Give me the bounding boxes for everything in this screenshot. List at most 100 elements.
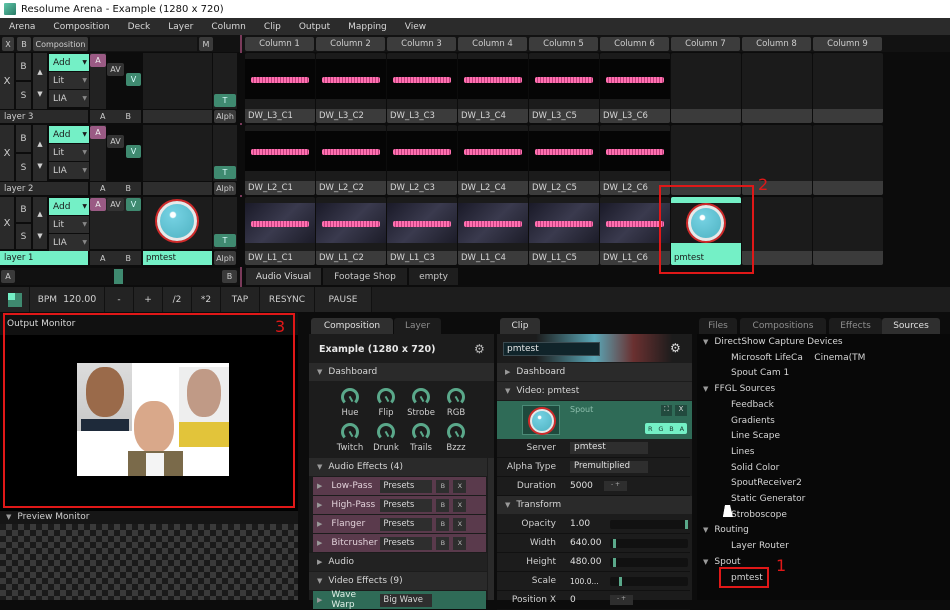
layer-2-transition-button[interactable]: T: [214, 166, 236, 179]
bpm-decrease-button[interactable]: -: [105, 287, 134, 312]
layer-2-name[interactable]: layer 2: [0, 182, 88, 195]
ab-a[interactable]: A: [100, 184, 105, 193]
knob-flip[interactable]: Flip: [369, 388, 403, 418]
composition-bypass-button[interactable]: B: [17, 37, 31, 51]
param-value[interactable]: 480.00: [564, 557, 604, 567]
column-6-button[interactable]: Column 6: [600, 37, 669, 51]
presets-dropdown[interactable]: Presets: [380, 498, 433, 512]
layer-2-solo-button[interactable]: S: [16, 154, 31, 181]
source-item[interactable]: Stroboscope: [731, 510, 787, 520]
lit-dropdown[interactable]: Lit ▼: [49, 144, 89, 161]
ab-a[interactable]: A: [100, 112, 105, 121]
crossfader-handle[interactable]: [114, 269, 123, 284]
clip-slot[interactable]: DW_L3_C4: [458, 53, 528, 123]
layer-3-solo-button[interactable]: S: [16, 82, 31, 109]
empty-clip-slot[interactable]: [813, 197, 883, 265]
clip-slot[interactable]: DW_L1_C3: [387, 197, 457, 265]
menu-clip[interactable]: Clip: [255, 22, 290, 32]
layer-2-order-arrows[interactable]: ▲ ▼: [33, 125, 47, 181]
lia-dropdown[interactable]: LIA ▼: [49, 90, 89, 107]
metronome-button[interactable]: [0, 287, 30, 312]
param-stepper[interactable]: - +: [610, 595, 633, 605]
alpha-type-dropdown[interactable]: Premultiplied: [570, 461, 648, 473]
column-3-button[interactable]: Column 3: [387, 37, 456, 51]
blend-mode-dropdown[interactable]: Add ▼: [49, 54, 89, 71]
clip-gear-icon[interactable]: ⚙: [670, 341, 681, 355]
layer-1-video-button[interactable]: V: [126, 198, 141, 211]
presets-dropdown[interactable]: Presets: [380, 517, 433, 531]
slider-handle[interactable]: [613, 557, 616, 567]
blend-mode-dropdown[interactable]: Add ▼: [49, 198, 89, 215]
channel-g[interactable]: G: [658, 425, 663, 433]
menu-deck[interactable]: Deck: [119, 22, 160, 32]
remove-button[interactable]: X: [453, 479, 467, 493]
column-8-button[interactable]: Column 8: [742, 37, 811, 51]
menu-arena[interactable]: Arena: [0, 22, 44, 32]
composition-fader[interactable]: [90, 37, 197, 51]
presets-dropdown[interactable]: Big Wave: [380, 593, 433, 607]
source-item[interactable]: Microsoft LifeCa Cinema(TM: [731, 353, 865, 363]
audio-effect-high-pass[interactable]: ▶ High-Pass Presets B X: [313, 496, 486, 514]
layer-1-av-button[interactable]: AV: [107, 198, 124, 211]
channel-r[interactable]: R: [648, 425, 653, 433]
clip-slot[interactable]: DW_L3_C6: [600, 53, 670, 123]
composition-clear-button[interactable]: X: [2, 37, 14, 51]
bypass-button[interactable]: B: [436, 479, 450, 493]
source-item[interactable]: Feedback: [731, 400, 774, 410]
clip-slot[interactable]: DW_L3_C2: [316, 53, 386, 123]
source-remove-button[interactable]: X: [675, 405, 687, 416]
tab-effects[interactable]: Effects: [829, 318, 882, 334]
param-value[interactable]: 640.00: [564, 538, 604, 548]
column-1-button[interactable]: Column 1: [245, 37, 314, 51]
slider-handle[interactable]: [619, 576, 622, 586]
channel-b[interactable]: B: [669, 425, 673, 433]
source-item[interactable]: Gradients: [731, 416, 775, 426]
composition-scrollbar[interactable]: [488, 458, 494, 600]
preview-monitor-header[interactable]: ▼ Preview Monitor: [0, 511, 298, 524]
layer-3-order-arrows[interactable]: ▲ ▼: [33, 53, 47, 109]
clip-slot[interactable]: DW_L3_C5: [529, 53, 599, 123]
layer-1-bypass-button[interactable]: B: [16, 197, 31, 222]
composition-master-button[interactable]: M: [199, 37, 213, 51]
fit-screen-icon[interactable]: ⛶: [661, 405, 672, 416]
bpm-field[interactable]: BPM 120.00: [30, 287, 105, 312]
menu-output[interactable]: Output: [290, 22, 339, 32]
column-9-button[interactable]: Column 9: [813, 37, 882, 51]
column-2-button[interactable]: Column 2: [316, 37, 385, 51]
tab-compositions[interactable]: Compositions: [740, 318, 826, 334]
knob-hue[interactable]: Hue: [333, 388, 367, 418]
layer-3-av-button[interactable]: AV: [107, 63, 124, 76]
source-group-ffgl-sources[interactable]: ▼ FFGL Sources: [703, 384, 775, 394]
source-group-routing[interactable]: ▼ Routing: [703, 525, 749, 535]
source-group-spout[interactable]: ▼ Spout: [703, 557, 741, 567]
gear-icon[interactable]: ⚙: [474, 342, 485, 356]
tab-layer[interactable]: Layer: [394, 318, 441, 334]
layer-3-alpha-button[interactable]: Alph: [214, 110, 236, 123]
deck-tab-audio-visual[interactable]: Audio Visual: [246, 268, 321, 285]
layer-2-video-button[interactable]: V: [126, 145, 141, 158]
deck-tab-footage-shop[interactable]: Footage Shop: [323, 268, 407, 285]
composition-button[interactable]: Composition: [33, 37, 88, 51]
layer-2-clear-button[interactable]: X: [0, 125, 14, 181]
menu-composition[interactable]: Composition: [44, 22, 118, 32]
remove-button[interactable]: X: [453, 517, 467, 531]
clip-slot[interactable]: DW_L2_C5: [529, 125, 599, 195]
source-item[interactable]: SpoutReceiver2: [731, 478, 802, 488]
knob-trails[interactable]: Trails: [404, 423, 438, 453]
bypass-button[interactable]: B: [436, 498, 450, 512]
remove-button[interactable]: X: [453, 498, 467, 512]
crossfader-a-button[interactable]: A: [1, 270, 15, 283]
param-value[interactable]: 100.0...: [564, 577, 604, 586]
clip-slot[interactable]: DW_L1_C2: [316, 197, 386, 265]
column-4-button[interactable]: Column 4: [458, 37, 527, 51]
ab-b[interactable]: B: [125, 112, 131, 121]
knob-twitch[interactable]: Twitch: [333, 423, 367, 453]
layer-3-clear-button[interactable]: X: [0, 53, 14, 109]
param-slider[interactable]: [610, 576, 688, 586]
clip-video-header[interactable]: ▼ Video: pmtest: [497, 382, 692, 400]
crossfader-b-button[interactable]: B: [222, 270, 237, 283]
knob-drunk[interactable]: Drunk: [369, 423, 403, 453]
clip-slot[interactable]: DW_L1_C1: [245, 197, 315, 265]
tab-composition[interactable]: Composition: [311, 318, 393, 334]
source-item[interactable]: Solid Color: [731, 463, 779, 473]
